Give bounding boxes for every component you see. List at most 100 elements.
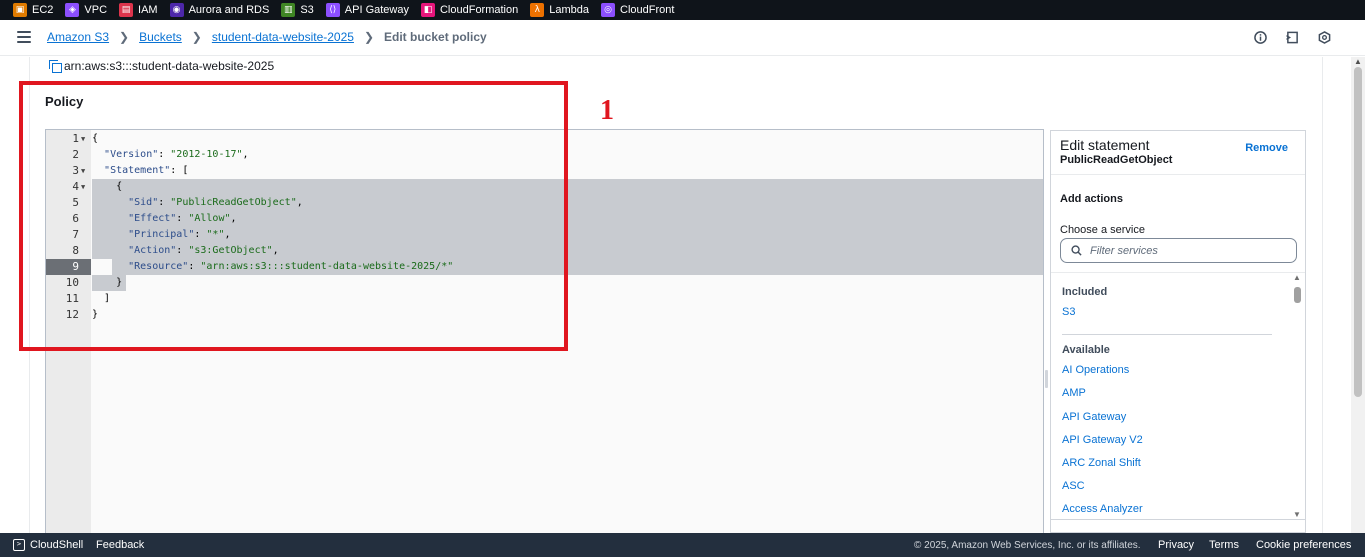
settings-icon[interactable]	[1317, 30, 1331, 44]
code-text: "Resource": "arn:aws:s3:::student-data-w…	[128, 261, 454, 272]
terms-link[interactable]: Terms	[1209, 539, 1239, 551]
breadcrumb-amazon-s3[interactable]: Amazon S3	[47, 30, 109, 44]
panel-resize-handle[interactable]	[1045, 370, 1048, 388]
service-item[interactable]: Access Analyzer	[1062, 503, 1143, 515]
line-number: 11	[65, 292, 79, 305]
code-line: 3 ▼ "Statement": [	[46, 163, 1043, 179]
policy-heading: Policy	[45, 94, 84, 109]
breadcrumb: Amazon S3 ❯ Buckets ❯ student-data-websi…	[47, 30, 487, 44]
privacy-link[interactable]: Privacy	[1158, 539, 1194, 551]
lambda-icon: λ	[530, 3, 545, 17]
breadcrumb-buckets[interactable]: Buckets	[139, 30, 182, 44]
favorite-cloudformation[interactable]: ◧ CloudFormation	[420, 0, 518, 20]
code-line: 9 "Resource": "arn:aws:s3:::student-data…	[46, 259, 1043, 275]
json-key: "Action"	[128, 245, 177, 256]
code-text: ]	[92, 291, 110, 307]
cloudshell-button[interactable]: > CloudShell	[13, 539, 83, 551]
favorite-api-gateway[interactable]: ⟨⟩ API Gateway	[325, 0, 409, 20]
service-list-scrollbar[interactable]: ▲ ▼	[1291, 273, 1303, 519]
favorite-rds[interactable]: ◉ Aurora and RDS	[169, 0, 270, 20]
json-punct: }	[116, 277, 123, 288]
fold-arrow-icon[interactable]: ▼	[81, 131, 85, 147]
included-heading: Included	[1062, 286, 1108, 298]
terminal-icon: >	[13, 539, 25, 551]
remove-statement-button[interactable]: Remove	[1245, 142, 1288, 154]
line-number: 7	[72, 228, 79, 241]
fold-arrow-icon[interactable]: ▼	[81, 163, 85, 179]
line-number: 8	[72, 244, 79, 257]
favorite-s3[interactable]: ▥ S3	[281, 0, 314, 20]
choose-service-label: Choose a service	[1060, 224, 1145, 236]
divider	[1062, 334, 1272, 335]
feedback-link[interactable]: Feedback	[96, 539, 144, 551]
info-icon[interactable]	[1253, 30, 1267, 44]
line-number: 3	[72, 164, 79, 177]
favorite-label: IAM	[138, 4, 158, 16]
cloudshell-label: CloudShell	[30, 539, 84, 551]
favorite-lambda[interactable]: λ Lambda	[530, 0, 589, 20]
hamburger-menu-icon[interactable]	[17, 31, 31, 43]
json-value: "s3:GetObject"	[188, 245, 273, 256]
scroll-up-icon[interactable]: ▲	[1293, 273, 1301, 282]
code-line: 8 "Action": "s3:GetObject",	[46, 243, 1043, 259]
line-number: 5	[72, 196, 79, 209]
cloudfront-icon: ◎	[601, 3, 616, 17]
filter-services-input[interactable]: Filter services	[1060, 238, 1297, 263]
code-line: 2 "Version": "2012-10-17",	[46, 147, 1043, 163]
code-line: 4 ▼ {	[46, 179, 1043, 195]
service-item[interactable]: API Gateway	[1062, 411, 1126, 423]
chevron-right-icon: ❯	[119, 30, 130, 44]
code-line: 1 ▼ {	[46, 131, 1043, 147]
favorite-label: VPC	[84, 4, 108, 16]
code-text: "Version": "2012-10-17",	[104, 149, 249, 160]
scroll-up-icon[interactable]: ▲	[1354, 57, 1362, 66]
divider	[1051, 272, 1305, 273]
fold-arrow-icon[interactable]: ▼	[81, 179, 85, 195]
edit-statement-panel: Edit statement PublicReadGetObject Remov…	[1050, 130, 1306, 533]
json-value: "Allow"	[188, 213, 231, 224]
favorite-label: Aurora and RDS	[188, 4, 270, 16]
json-key: "Statement"	[104, 165, 171, 176]
filter-placeholder: Filter services	[1090, 245, 1158, 257]
vpc-icon: ◈	[65, 3, 80, 17]
s3-icon: ▥	[281, 3, 296, 17]
annotation-number: 1	[600, 95, 614, 126]
favorite-vpc[interactable]: ◈ VPC	[65, 0, 107, 20]
cloudformation-icon: ◧	[420, 3, 435, 17]
favorite-label: Lambda	[549, 4, 590, 16]
page-scrollbar[interactable]: ▲	[1351, 57, 1365, 533]
favorites-bar: ▣ EC2 ◈ VPC ▤ IAM ◉ Aurora and RDS ▥ S3 ⟨⟩ API…	[0, 0, 1365, 20]
json-punct: ]	[104, 293, 111, 304]
service-item-s3[interactable]: S3	[1062, 306, 1075, 318]
breadcrumb-bucket[interactable]: student-data-website-2025	[212, 30, 354, 44]
favorite-ec2[interactable]: ▣ EC2	[13, 0, 53, 20]
service-item[interactable]: API Gateway V2	[1062, 434, 1143, 446]
statement-id: PublicReadGetObject	[1060, 154, 1173, 166]
copy-icon[interactable]	[49, 60, 62, 73]
scroll-down-icon[interactable]: ▼	[1293, 510, 1301, 519]
favorite-label: CloudFront	[620, 4, 675, 16]
search-icon	[1071, 245, 1082, 256]
service-item[interactable]: AI Operations	[1062, 364, 1129, 376]
add-actions-heading: Add actions	[1060, 193, 1123, 205]
line-number: 2	[72, 148, 79, 161]
policy-code-editor[interactable]: 1 ▼{ 2 "Version": "2012-10-17", 3 ▼ "State…	[45, 129, 1044, 533]
code-text: {	[92, 179, 122, 195]
arn-text: arn:aws:s3:::student-data-website-2025	[64, 59, 275, 73]
page-scroll-thumb[interactable]	[1354, 67, 1362, 397]
json-value: "2012-10-17"	[170, 149, 243, 160]
json-punct: {	[116, 181, 123, 192]
scroll-thumb[interactable]	[1294, 287, 1301, 303]
notifications-icon[interactable]	[1285, 30, 1299, 44]
service-item[interactable]: AMP	[1062, 387, 1086, 399]
header-tools	[1253, 30, 1331, 44]
copyright-text: © 2025, Amazon Web Services, Inc. or its…	[914, 540, 1141, 551]
cookie-preferences-link[interactable]: Cookie preferences	[1256, 539, 1351, 551]
favorite-label: EC2	[32, 4, 54, 16]
rds-icon: ◉	[169, 3, 184, 17]
favorite-iam[interactable]: ▤ IAM	[119, 0, 158, 20]
favorite-cloudfront[interactable]: ◎ CloudFront	[601, 0, 674, 20]
service-item[interactable]: ARC Zonal Shift	[1062, 457, 1141, 469]
content-border	[1322, 57, 1323, 533]
service-item[interactable]: ASC	[1062, 480, 1085, 492]
